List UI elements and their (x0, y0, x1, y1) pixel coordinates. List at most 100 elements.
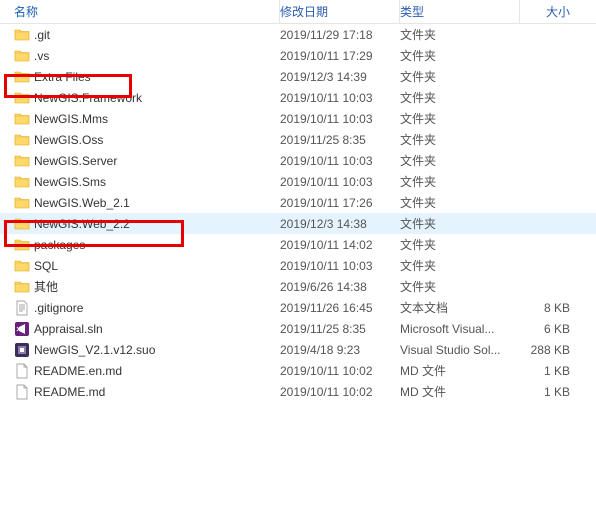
file-name-label: Appraisal.sln (34, 322, 103, 336)
file-row[interactable]: NewGIS.Framework 2019/10/11 10:03文件夹 (0, 87, 596, 108)
file-date-cell: 2019/11/25 8:35 (280, 322, 400, 336)
folder-icon (14, 174, 30, 190)
file-type-cell: 文件夹 (400, 152, 520, 169)
file-row[interactable]: NewGIS.Sms2019/10/11 10:03文件夹 (0, 171, 596, 192)
file-size-cell: 8 KB (520, 301, 580, 315)
file-row[interactable]: NewGIS.Web_2.1 2019/10/11 17:26文件夹 (0, 192, 596, 213)
folder-icon (14, 216, 30, 232)
file-row[interactable]: packages2019/10/11 14:02文件夹 (0, 234, 596, 255)
file-name-label: Extra Files (34, 70, 91, 84)
file-name-cell[interactable]: README.md (14, 384, 280, 400)
file-name-cell[interactable]: .vs (14, 48, 280, 64)
folder-icon (14, 237, 30, 253)
file-name-label: NewGIS.Framework (34, 91, 142, 105)
file-row[interactable]: NewGIS_V2.1.v12.suo2019/4/18 9:23Visual … (0, 339, 596, 360)
file-date-cell: 2019/10/11 17:26 (280, 196, 400, 210)
file-type-cell: 文件夹 (400, 194, 520, 211)
file-row[interactable]: NewGIS.Server2019/10/11 10:03文件夹 (0, 150, 596, 171)
file-name-cell[interactable]: Appraisal.sln (14, 321, 280, 337)
file-name-cell[interactable]: .gitignore (14, 300, 280, 316)
file-type-cell: 文件夹 (400, 236, 520, 253)
sln-icon (14, 321, 30, 337)
column-header-name[interactable]: 名称 (14, 0, 280, 23)
file-name-label: NewGIS.Server (34, 154, 117, 168)
column-header-name-label: 名称 (14, 3, 38, 20)
file-name-cell[interactable]: NewGIS.Framework (14, 90, 280, 106)
file-type-cell: 文件夹 (400, 89, 520, 106)
column-header-type[interactable]: 类型 (400, 0, 520, 23)
folder-icon (14, 90, 30, 106)
file-row[interactable]: NewGIS.Oss2019/11/25 8:35文件夹 (0, 129, 596, 150)
file-row[interactable]: Appraisal.sln2019/11/25 8:35Microsoft Vi… (0, 318, 596, 339)
folder-icon (14, 195, 30, 211)
file-name-label: .vs (34, 49, 49, 63)
file-name-label: NewGIS.Sms (34, 175, 106, 189)
file-date-cell: 2019/4/18 9:23 (280, 343, 400, 357)
file-type-cell: 文件夹 (400, 47, 520, 64)
file-list: .git2019/11/29 17:18文件夹 .vs 2019/10/11 17:… (0, 24, 596, 402)
file-size-cell: 288 KB (520, 343, 580, 357)
file-name-cell[interactable]: NewGIS.Web_2.2 (14, 216, 280, 232)
folder-icon (14, 258, 30, 274)
file-name-cell[interactable]: NewGIS.Sms (14, 174, 280, 190)
folder-icon (14, 69, 30, 85)
file-size-cell: 1 KB (520, 364, 580, 378)
file-date-cell: 2019/11/25 8:35 (280, 133, 400, 147)
file-icon (14, 384, 30, 400)
file-row[interactable]: README.md2019/10/11 10:02MD 文件1 KB (0, 381, 596, 402)
file-row[interactable]: Extra Files2019/12/3 14:39文件夹 (0, 66, 596, 87)
column-header-type-label: 类型 (400, 3, 424, 20)
file-date-cell: 2019/12/3 14:39 (280, 70, 400, 84)
suo-icon (14, 342, 30, 358)
file-date-cell: 2019/10/11 17:29 (280, 49, 400, 63)
file-row[interactable]: .gitignore2019/11/26 16:45文本文档8 KB (0, 297, 596, 318)
file-date-cell: 2019/10/11 10:03 (280, 91, 400, 105)
file-row[interactable]: .git2019/11/29 17:18文件夹 (0, 24, 596, 45)
file-name-label: SQL (34, 259, 58, 273)
file-name-label: README.en.md (34, 364, 122, 378)
file-date-cell: 2019/12/3 14:38 (280, 217, 400, 231)
file-type-cell: MD 文件 (400, 362, 520, 379)
file-row[interactable]: 其他 2019/6/26 14:38文件夹 (0, 276, 596, 297)
file-type-cell: 文件夹 (400, 131, 520, 148)
file-name-cell[interactable]: packages (14, 237, 280, 253)
file-icon (14, 363, 30, 379)
file-name-cell[interactable]: README.en.md (14, 363, 280, 379)
file-type-cell: 文件夹 (400, 173, 520, 190)
file-name-label: .gitignore (34, 301, 83, 315)
file-name-cell[interactable]: Extra Files (14, 69, 280, 85)
folder-icon (14, 153, 30, 169)
file-name-label: 其他 (34, 278, 58, 295)
column-header-date[interactable]: 修改日期 (280, 0, 400, 23)
file-type-cell: MD 文件 (400, 383, 520, 400)
column-header-size[interactable]: 大小 (520, 0, 580, 23)
file-row[interactable]: .vs 2019/10/11 17:29文件夹 (0, 45, 596, 66)
file-type-cell: 文件夹 (400, 110, 520, 127)
file-name-cell[interactable]: NewGIS.Web_2.1 (14, 195, 280, 211)
file-name-cell[interactable]: 其他 (14, 278, 280, 295)
file-type-cell: 文本文档 (400, 299, 520, 316)
file-name-cell[interactable]: NewGIS.Mms (14, 111, 280, 127)
file-date-cell: 2019/6/26 14:38 (280, 280, 400, 294)
file-type-cell: Visual Studio Sol... (400, 343, 520, 357)
file-type-cell: 文件夹 (400, 26, 520, 43)
folder-icon (14, 111, 30, 127)
file-name-cell[interactable]: NewGIS.Server (14, 153, 280, 169)
file-row[interactable]: NewGIS.Web_2.22019/12/3 14:38文件夹 (0, 213, 596, 234)
file-row[interactable]: NewGIS.Mms2019/10/11 10:03文件夹 (0, 108, 596, 129)
file-name-label: NewGIS.Web_2.1 (34, 196, 130, 210)
file-row[interactable]: README.en.md2019/10/11 10:02MD 文件1 KB (0, 360, 596, 381)
file-type-cell: 文件夹 (400, 278, 520, 295)
file-name-cell[interactable]: .git (14, 27, 280, 43)
folder-icon (14, 27, 30, 43)
file-name-cell[interactable]: NewGIS.Oss (14, 132, 280, 148)
file-name-cell[interactable]: NewGIS_V2.1.v12.suo (14, 342, 280, 358)
file-date-cell: 2019/10/11 10:03 (280, 112, 400, 126)
column-header-row: 名称 修改日期 类型 大小 (0, 0, 596, 24)
folder-icon (14, 48, 30, 64)
file-date-cell: 2019/10/11 10:02 (280, 385, 400, 399)
textfile-icon (14, 300, 30, 316)
file-name-cell[interactable]: SQL (14, 258, 280, 274)
file-row[interactable]: SQL2019/10/11 10:03文件夹 (0, 255, 596, 276)
file-date-cell: 2019/10/11 10:03 (280, 259, 400, 273)
